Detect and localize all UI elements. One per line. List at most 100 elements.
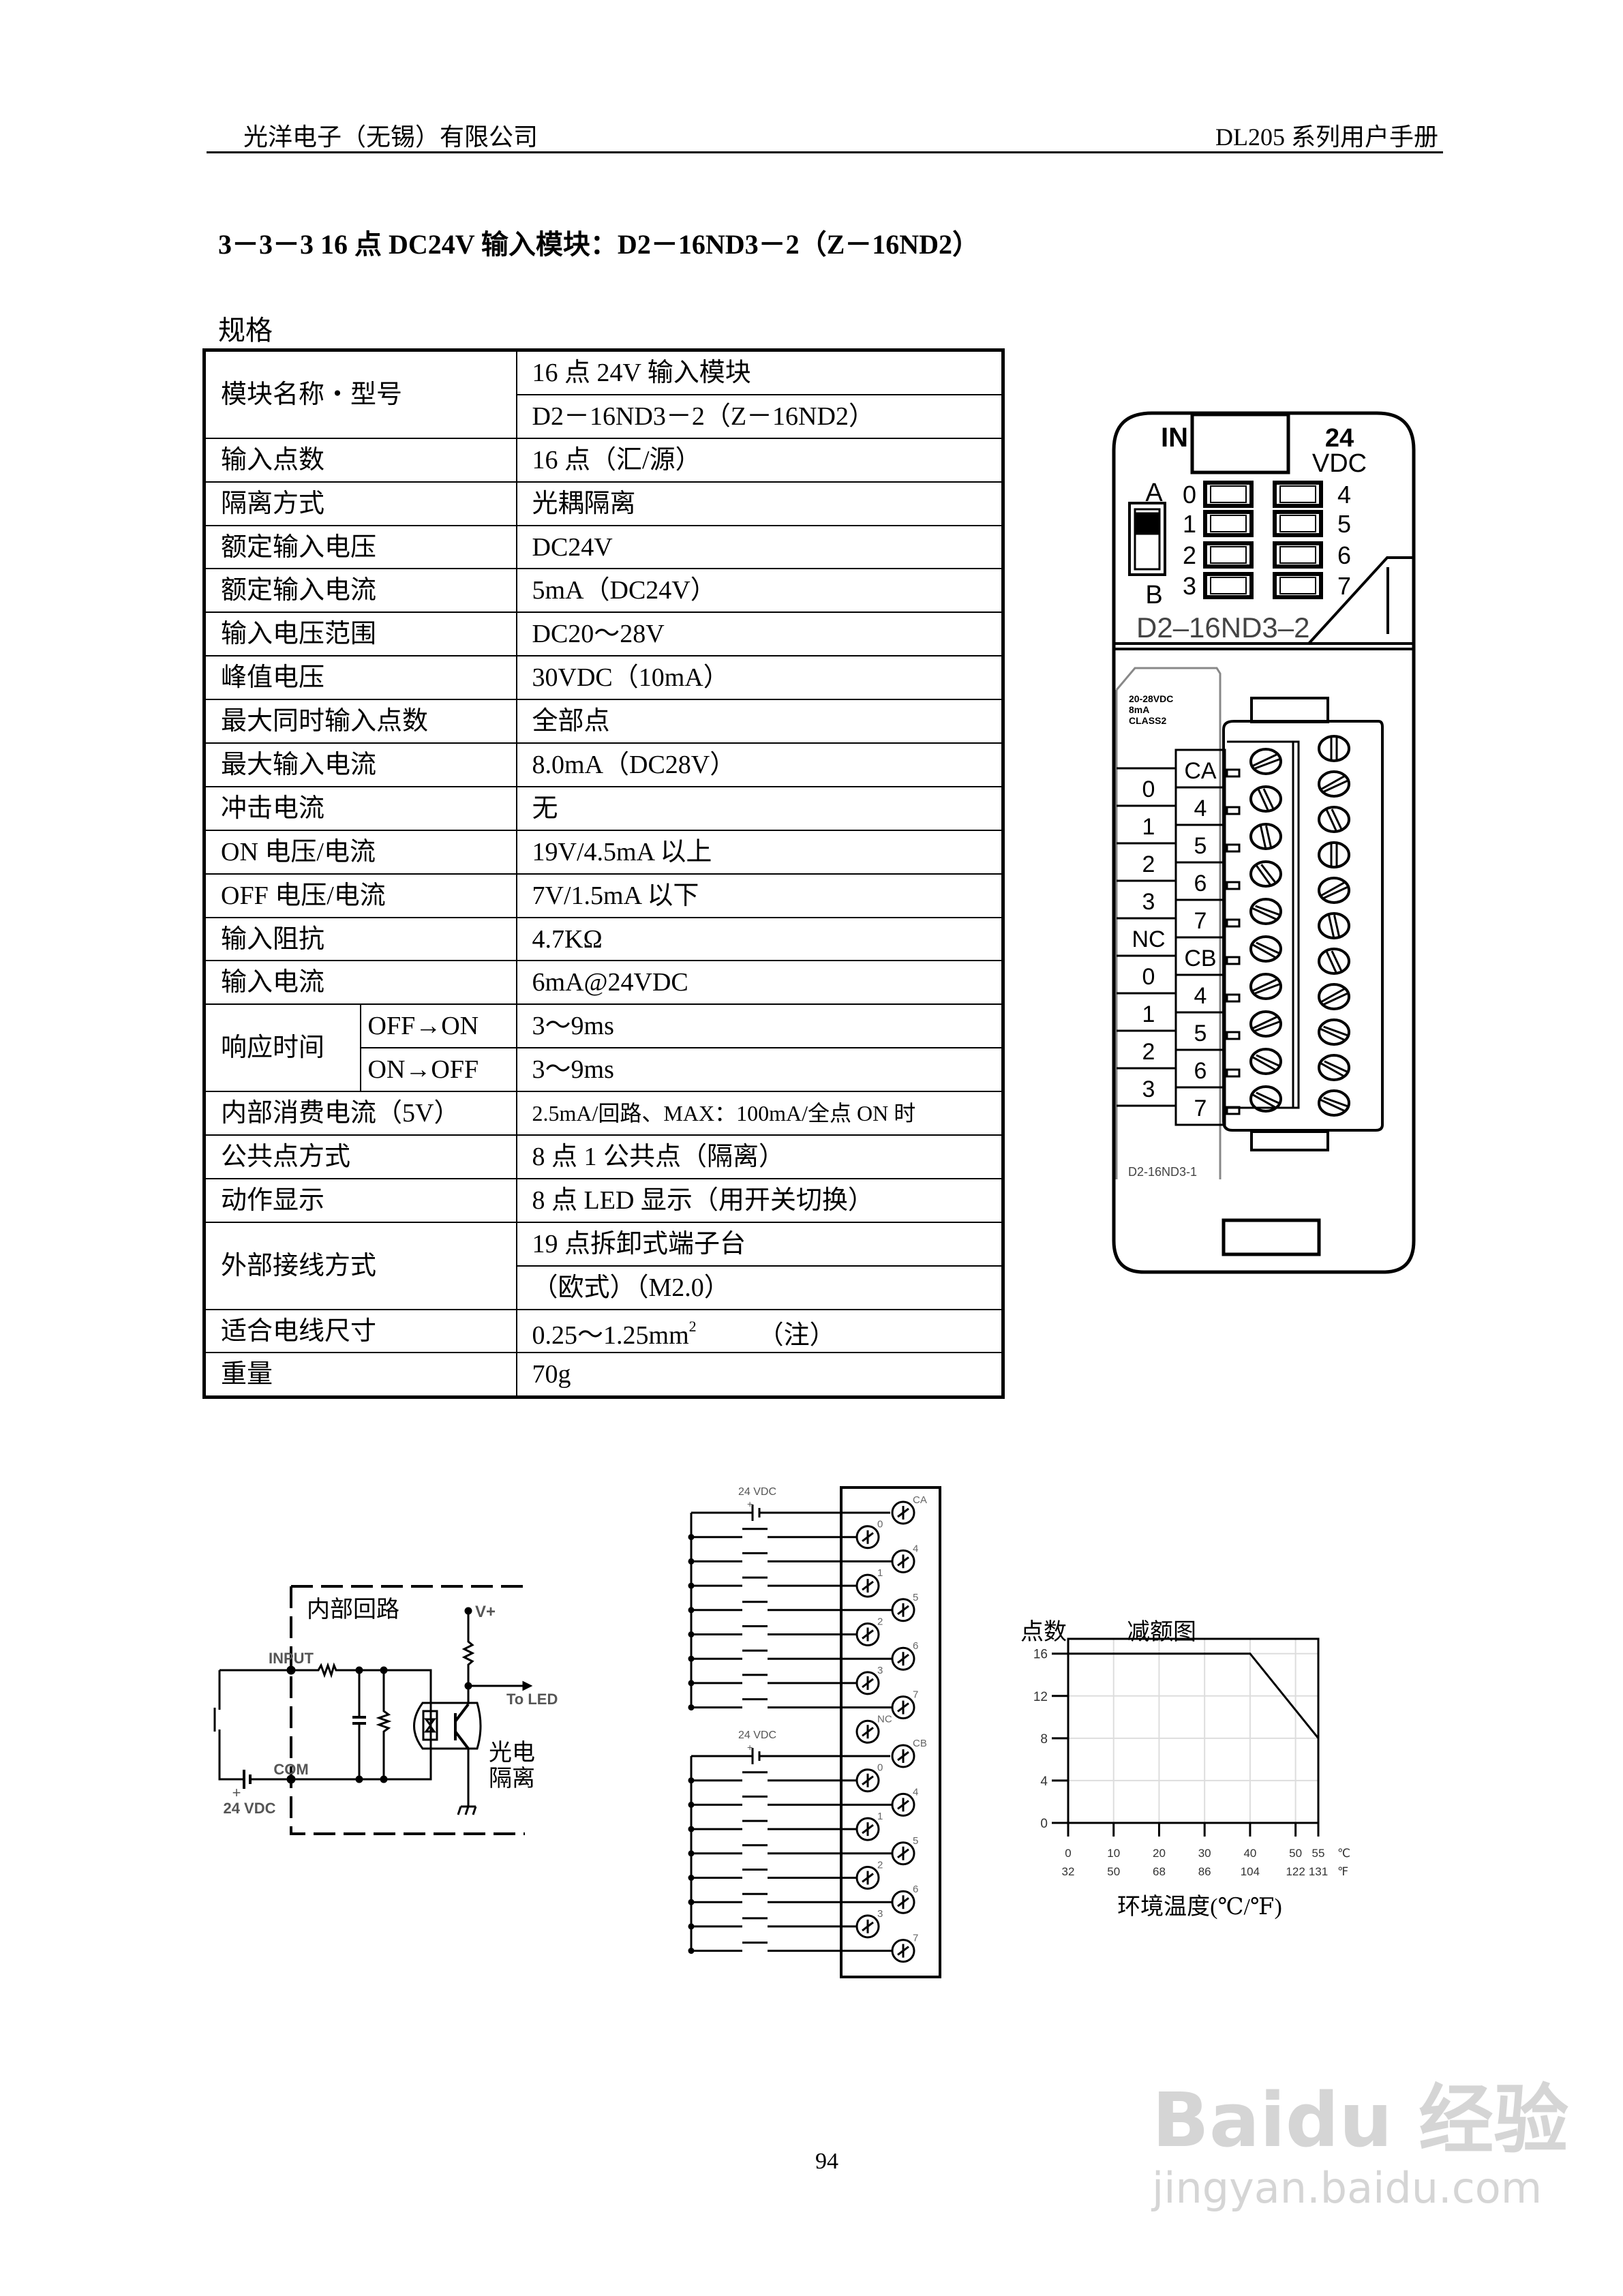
screw-icon[interactable] [1318,735,1350,762]
supply-wire [690,1748,890,1951]
terminal-label: 2 [1142,851,1155,877]
terminal: 5 [891,1592,918,1622]
terminal: 4 [891,1786,918,1817]
input-switch [691,1528,857,1539]
voltage-label: 24 [1325,424,1354,453]
x-tick-label-c: 30 [1198,1847,1211,1860]
screw-icon[interactable] [1249,973,1282,1000]
plot-frame [1067,1637,1320,1824]
internal-boundary [290,1585,525,1835]
led-indicator [1273,481,1323,508]
screw-icon[interactable] [1318,770,1350,798]
led-indicator [1273,541,1323,569]
rating-label: CLASS2 [1129,715,1166,726]
input-switch [691,1869,857,1879]
x-tick-label-c: 50 [1289,1847,1302,1860]
terminal-label: 1 [877,1567,883,1579]
terminal-label: 5 [913,1835,918,1847]
supply-label: 24 VDC [738,1486,776,1498]
screw-icon[interactable] [1249,860,1282,888]
module-front-view: IN 24 VDC A B 0 41 52 63 7 D2–16ND3–2 20-28V… [1112,411,1416,1274]
led-indicator [1203,541,1254,569]
terminal: 7 [891,1689,918,1720]
diagonal-cover [1307,556,1414,645]
screw-icon[interactable] [1318,912,1350,939]
x-tick-label-c: 0 [1065,1847,1071,1860]
screw-icon[interactable] [1249,898,1282,925]
terminal-label: 1 [1142,814,1155,840]
terminal-label: 1 [1142,1001,1155,1027]
screw-icon[interactable] [1318,1089,1350,1117]
screw-icon[interactable] [1249,1048,1282,1075]
terminal-label: 6 [913,1640,918,1652]
terminal-label: 3 [877,1908,883,1920]
terminal: 2 [855,1616,883,1646]
screw-icon[interactable] [1318,1018,1350,1046]
input-switch [691,1771,857,1782]
derating-chart: 减额图 环境温度(℃/℉) 03210502068308640104501225… [1020,1619,1350,1920]
rating-label: 8mA [1129,704,1149,715]
plus-label: + [232,1784,241,1801]
x-tick-label-f: 32 [1062,1865,1075,1878]
terminal-label: CA [913,1494,927,1506]
terminal-label: 3 [877,1665,883,1676]
x-tick-label-f: 86 [1198,1865,1211,1878]
x-tick-label-f: 122 [1286,1865,1305,1878]
screw-icon[interactable] [1318,948,1350,975]
terminal-label: CB [1184,946,1216,971]
terminal-label: 3 [1142,1076,1155,1102]
screw-icon[interactable] [1249,1010,1282,1038]
led-indicator [1203,510,1254,537]
divider [1114,642,1414,650]
x-tick-label-c: 10 [1107,1847,1120,1860]
terminal-label: 7 [1194,908,1207,934]
terminal-label: CA [1184,758,1217,784]
watermark-brand: Baidu 经验 [1152,2076,1569,2164]
to-led-label: To LED [506,1691,558,1708]
input-switch [691,1892,892,1903]
terminal-block-label: D2-16ND3-1 [1128,1165,1197,1179]
screw-icon[interactable] [1318,841,1350,868]
terminal: 0 [855,1519,883,1550]
battery-icon [243,1770,252,1789]
module-model-label: D2–16ND3–2 [1136,611,1310,644]
terminal-label: 7 [913,1933,918,1944]
screw-icon[interactable] [1318,983,1350,1010]
screw-icon[interactable] [1318,806,1350,833]
terminal-block[interactable] [1222,697,1384,1151]
input-switch [691,1844,892,1855]
screw-icon[interactable] [1318,1054,1350,1081]
terminal-label: 1 [877,1811,883,1822]
opto-label: 光电 [489,1740,535,1766]
terminal: CB [891,1738,927,1768]
terminal-label: 5 [1194,1021,1207,1046]
screw-icon[interactable] [1249,748,1282,775]
input-switch [691,1819,857,1830]
input-switch [691,1552,892,1562]
rating-label: 20-28VDC [1129,693,1173,704]
screw-icon[interactable] [1249,935,1282,963]
input-switch [691,1625,857,1635]
terminal: 7 [891,1933,918,1963]
terminal: NC [855,1713,892,1744]
chart-xlabel: 环境温度(℃/℉) [1117,1894,1282,1920]
ab-switch[interactable] [1128,502,1166,576]
y-tick-label: 12 [1033,1690,1048,1704]
led-number: 7 [1337,572,1351,600]
led-number: 1 [1183,510,1196,538]
opto-label: 隔离 [489,1766,535,1792]
y-tick-label: 8 [1040,1732,1048,1747]
led-number: 0 [1183,481,1196,509]
terminal: 0 [855,1762,883,1793]
terminal-label: 6 [1194,1058,1207,1084]
chart-title: 减额图 [1127,1619,1196,1645]
screw-icon[interactable] [1249,785,1282,813]
y-tick-label: 4 [1040,1774,1048,1789]
led-number: 3 [1183,572,1196,600]
screw-icon[interactable] [1318,877,1350,904]
y-tick-label: 16 [1033,1648,1048,1662]
screw-icon[interactable] [1249,823,1282,850]
wiring-diagram: 24 VDC+24 VDC+CA04152637NCCB04152637 [688,1486,941,1978]
terminal-label: 0 [1142,964,1155,990]
chart-ylabel: 点数 [1020,1619,1067,1645]
